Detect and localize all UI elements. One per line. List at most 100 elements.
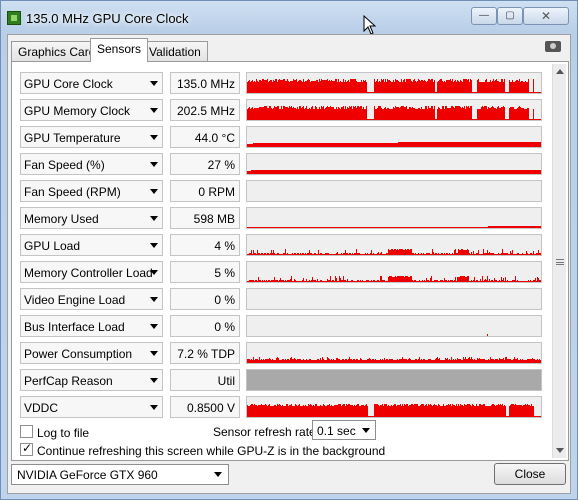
- graph-bar: [265, 404, 266, 417]
- graph-bar: [364, 281, 365, 282]
- graph-bar: [519, 281, 520, 282]
- graph-bar: [498, 106, 499, 120]
- graph-bar: [286, 281, 287, 282]
- sensor-name-dropdown[interactable]: Memory Controller Load: [20, 261, 163, 283]
- graph-bar: [281, 170, 282, 174]
- refresh-rate-select[interactable]: 0.1 sec: [312, 420, 376, 440]
- graph-bar: [377, 280, 378, 282]
- sensor-name-dropdown[interactable]: GPU Load: [20, 234, 163, 256]
- sensor-name-dropdown[interactable]: Fan Speed (%): [20, 153, 163, 175]
- sensor-name-dropdown[interactable]: VDDC: [20, 396, 163, 418]
- graph-bar: [378, 360, 379, 363]
- graph-bar: [505, 277, 506, 282]
- graph-bar: [359, 82, 360, 93]
- sensor-name-dropdown[interactable]: GPU Temperature: [20, 126, 163, 148]
- graph-bar: [405, 82, 406, 93]
- graph-bar: [328, 170, 329, 174]
- graph-bar: [419, 142, 420, 147]
- graph-bar: [410, 142, 411, 147]
- continue-refreshing-checkbox[interactable]: [20, 441, 33, 456]
- graph-bar: [448, 227, 449, 228]
- gpu-select[interactable]: NVIDIA GeForce GTX 960: [11, 464, 229, 485]
- graph-bar: [498, 142, 499, 147]
- graph-bar: [430, 227, 431, 228]
- title-bar[interactable]: 135.0 MHz GPU Core Clock — ▢ ✕: [1, 1, 577, 35]
- sensor-row: Video Engine Load 0 %: [20, 288, 542, 310]
- graph-bar: [400, 170, 401, 174]
- sensor-name-dropdown[interactable]: Bus Interface Load: [20, 315, 163, 337]
- graph-bar: [473, 405, 474, 417]
- graph-bar: [436, 142, 437, 147]
- sensor-row: Memory Controller Load 5 %: [20, 261, 542, 283]
- sensor-name-dropdown[interactable]: PerfCap Reason: [20, 369, 163, 391]
- graph-bar: [431, 254, 432, 255]
- close-button[interactable]: Close: [494, 463, 566, 485]
- vertical-scrollbar[interactable]: [552, 64, 566, 458]
- tab-graphics-card[interactable]: Graphics Card: [11, 41, 103, 61]
- graph-bar: [357, 82, 358, 93]
- tab-validation[interactable]: Validation: [142, 41, 208, 61]
- graph-bar: [501, 170, 502, 174]
- scroll-down-arrow-icon[interactable]: [556, 448, 564, 453]
- graph-bar: [404, 250, 405, 255]
- graph-bar: [316, 143, 317, 147]
- graph-bar: [354, 359, 355, 363]
- minimize-button[interactable]: —: [471, 7, 497, 25]
- graph-bar: [282, 170, 283, 174]
- tab-sensors[interactable]: Sensors: [90, 38, 149, 62]
- graph-bar: [422, 142, 423, 147]
- graph-bar: [364, 143, 365, 147]
- graph-bar: [387, 227, 388, 228]
- graph-bar: [323, 106, 324, 120]
- graph-bar: [292, 81, 293, 93]
- graph-bar: [424, 109, 425, 120]
- graph-bar: [280, 143, 281, 147]
- scroll-thumb-grip-icon[interactable]: [556, 259, 564, 265]
- graph-bar: [538, 250, 539, 255]
- graph-bar: [397, 405, 398, 417]
- graph-bar: [302, 82, 303, 93]
- graph-bar: [248, 281, 249, 282]
- screenshot-camera-icon[interactable]: [545, 41, 561, 52]
- sensor-name-dropdown[interactable]: GPU Memory Clock: [20, 99, 163, 121]
- graph-bar: [309, 227, 310, 228]
- sensor-name-dropdown[interactable]: Power Consumption: [20, 342, 163, 364]
- graph-bar: [295, 404, 296, 417]
- graph-bar: [538, 170, 539, 174]
- graph-bar: [288, 359, 289, 363]
- graph-bar: [472, 227, 473, 228]
- graph-bar: [517, 80, 518, 93]
- graph-bar: [485, 406, 486, 417]
- graph-bar: [537, 92, 538, 93]
- graph-bar: [354, 79, 355, 93]
- graph-bar: [360, 358, 361, 363]
- perfcap-fill: [247, 370, 541, 390]
- graph-bar: [405, 107, 406, 120]
- graph-bar: [319, 281, 320, 282]
- sensor-name-dropdown[interactable]: Video Engine Load: [20, 288, 163, 310]
- maximize-button[interactable]: ▢: [497, 7, 523, 25]
- graph-bar: [381, 170, 382, 174]
- graph-bar: [539, 280, 540, 282]
- sensor-name-dropdown[interactable]: GPU Core Clock: [20, 72, 163, 94]
- graph-bar: [527, 253, 528, 255]
- log-to-file-checkbox[interactable]: [20, 425, 33, 438]
- graph-bar: [506, 281, 507, 282]
- scroll-up-arrow-icon[interactable]: [556, 69, 564, 74]
- graph-bar: [461, 170, 462, 174]
- graph-bar: [387, 253, 388, 255]
- graph-bar: [536, 142, 537, 147]
- graph-bar: [461, 227, 462, 228]
- graph-bar: [412, 82, 413, 93]
- graph-bar: [539, 92, 540, 93]
- graph-bar: [378, 106, 379, 120]
- sensor-name-dropdown[interactable]: Memory Used: [20, 207, 163, 229]
- graph-bar: [400, 359, 401, 363]
- window-close-button[interactable]: ✕: [523, 7, 569, 25]
- graph-bar: [366, 227, 367, 228]
- graph-bar: [270, 359, 271, 363]
- sensor-name-dropdown[interactable]: Fan Speed (RPM): [20, 180, 163, 202]
- graph-bar: [479, 254, 480, 255]
- graph-bar: [369, 281, 370, 282]
- graph-bar: [290, 107, 291, 120]
